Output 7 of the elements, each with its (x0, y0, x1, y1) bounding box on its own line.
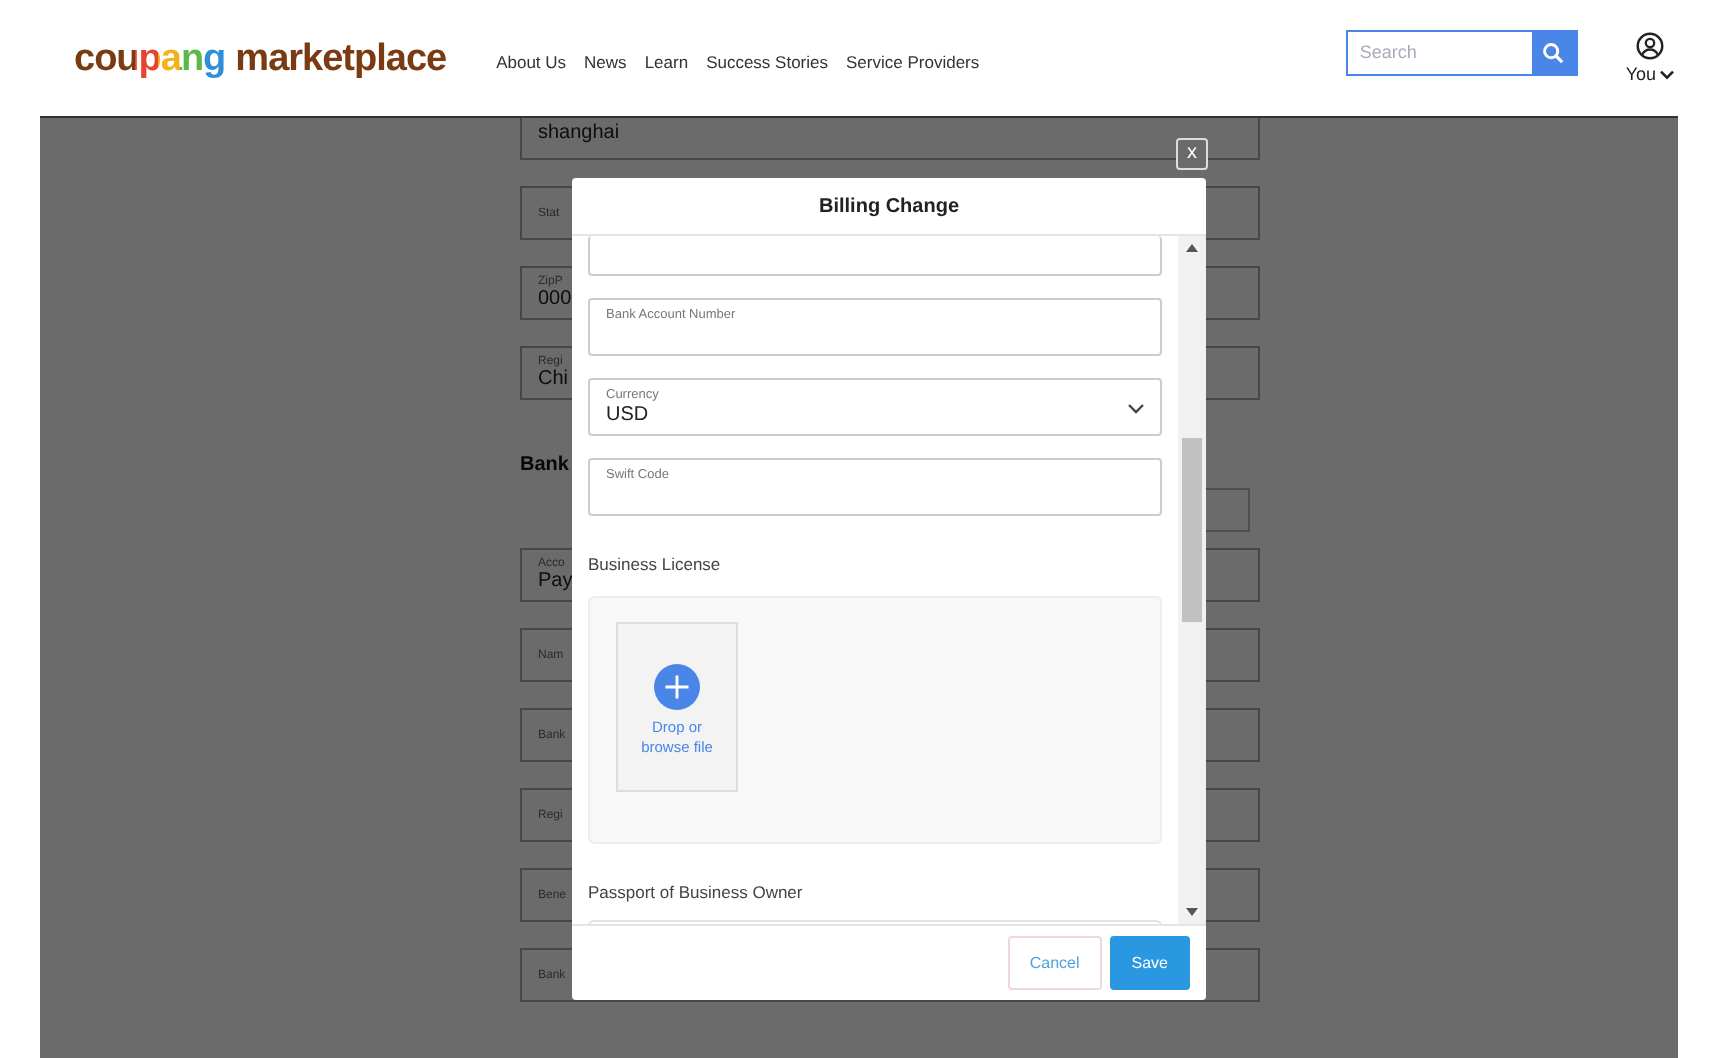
dialog-title: Billing Change (572, 178, 1206, 236)
field-value: 000 (538, 287, 572, 311)
upload-section-title: Business License (588, 554, 723, 574)
field-value: Pay (538, 569, 573, 593)
field-value: Chi (538, 367, 569, 391)
section-title: Bank (520, 454, 569, 476)
upload-section-title: Passport of Business Owner (588, 882, 805, 902)
